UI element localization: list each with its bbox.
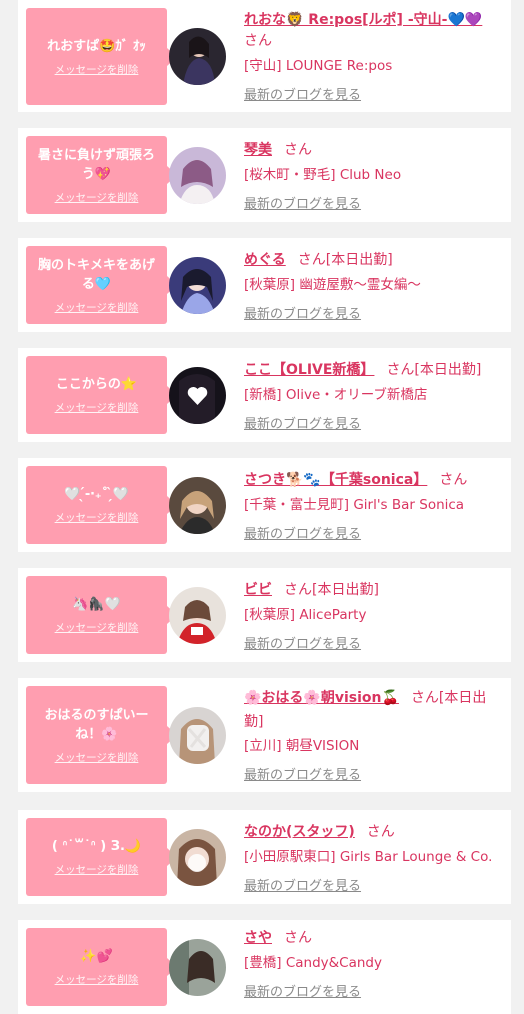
message-bubble: 🤍 ̖́-‧₊˚ ̗̀🤍 メッセージを削除	[26, 466, 177, 544]
list-item: れおすぱ🤩ｶﾞ ｵｯ メッセージを削除 れおな🦁 Re:pos[ルポ] -守山-…	[18, 0, 511, 112]
list-item: 🤍 ̖́-‧₊˚ ̗̀🤍 メッセージを削除 さつき🐕🐾【千葉sonica】 さん …	[18, 458, 511, 552]
user-name-link[interactable]: 🌸おはる🌸朝vision🍒	[244, 690, 399, 706]
delete-message-link[interactable]: メッセージを削除	[55, 862, 139, 877]
message-text: ( ᐢ˙꒳˙ᐢ ) З.🌙	[51, 839, 142, 854]
user-suffix: さん	[284, 930, 312, 946]
latest-blog-link[interactable]: 最新のブログを見る	[244, 764, 361, 783]
delete-message-link[interactable]: メッセージを削除	[55, 190, 139, 205]
delete-message-link[interactable]: メッセージを削除	[55, 400, 139, 415]
message-text: 胸のトキメキをあげる🩵	[37, 257, 155, 292]
list-item: 暑さに負けず頑張ろう💖 メッセージを削除 琴美 さん [桜木町・野毛] Club …	[18, 128, 511, 222]
user-name-link[interactable]: めぐる	[244, 252, 286, 268]
list-item: ( ᐢ˙꒳˙ᐢ ) З.🌙 メッセージを削除 なのか(スタッフ) さん [小田原駅…	[18, 810, 511, 904]
shop-name: [千葉・富士見町] Girl's Bar Sonica	[244, 497, 465, 513]
user-suffix: さん	[284, 142, 312, 158]
user-suffix: さん	[244, 33, 272, 49]
user-suffix: さん[本日出勤]	[386, 362, 482, 378]
shop-name: [豊橋] Candy&Candy	[244, 955, 382, 971]
delete-message-link[interactable]: メッセージを削除	[55, 620, 139, 635]
message-text: 🦄🦍🤍	[72, 597, 121, 612]
delete-message-link[interactable]: メッセージを削除	[55, 62, 139, 77]
list-item: 🦄🦍🤍 メッセージを削除 ビビ さん[本日出勤] [秋葉原] AliceParty…	[18, 568, 511, 662]
user-name-link[interactable]: 琴美	[244, 142, 272, 158]
delete-message-link[interactable]: メッセージを削除	[55, 750, 139, 765]
avatar[interactable]	[169, 28, 226, 85]
delete-message-link[interactable]: メッセージを削除	[55, 300, 139, 315]
delete-message-link[interactable]: メッセージを削除	[55, 510, 139, 525]
message-bubble: ここからの⭐ メッセージを削除	[26, 356, 177, 434]
user-name-link[interactable]: さつき🐕🐾【千葉sonica】	[244, 472, 427, 488]
user-name-link[interactable]: さや	[244, 930, 272, 946]
avatar[interactable]	[169, 587, 226, 644]
latest-blog-link[interactable]: 最新のブログを見る	[244, 633, 361, 652]
shop-name: [秋葉原] 幽遊屋敷～霊女編～	[244, 277, 421, 293]
message-bubble: ✨💕 メッセージを削除	[26, 928, 177, 1006]
user-suffix: さん	[439, 472, 468, 488]
list-item: ここからの⭐ メッセージを削除 ここ【OLIVE新橋】 さん[本日出勤] [新橋]…	[18, 348, 511, 442]
message-bubble: 胸のトキメキをあげる🩵 メッセージを削除	[26, 246, 177, 324]
avatar[interactable]	[169, 829, 226, 886]
shop-name: [立川] 朝昼VISION	[244, 738, 360, 754]
user-name-link[interactable]: ビビ	[244, 582, 272, 598]
message-bubble: 🦄🦍🤍 メッセージを削除	[26, 576, 177, 654]
shop-name: [新橋] Olive・オリーブ新橋店	[244, 387, 428, 403]
shop-name: [小田原駅東口] Girls Bar Lounge & Co.	[244, 849, 493, 865]
message-text: れおすぱ🤩ｶﾞ ｵｯ	[47, 38, 146, 54]
avatar[interactable]	[169, 257, 226, 314]
latest-blog-link[interactable]: 最新のブログを見る	[244, 875, 361, 894]
message-text: ここからの⭐	[55, 377, 138, 392]
user-name-link[interactable]: なのか(スタッフ)	[244, 824, 355, 840]
list-item: おはるのすぱいーね！🌸 メッセージを削除 🌸おはる🌸朝vision🍒 さん[本日出…	[18, 678, 511, 792]
message-bubble: れおすぱ🤩ｶﾞ ｵｯ メッセージを削除	[26, 8, 177, 105]
message-bubble: おはるのすぱいーね！🌸 メッセージを削除	[26, 686, 177, 784]
avatar[interactable]	[169, 707, 226, 764]
user-suffix: さん[本日出勤]	[297, 252, 393, 268]
latest-blog-link[interactable]: 最新のブログを見る	[244, 981, 361, 1000]
user-name-link[interactable]: ここ【OLIVE新橋】	[244, 362, 374, 378]
message-text: おはるのすぱいーね！🌸	[44, 707, 149, 742]
avatar[interactable]	[169, 477, 226, 534]
latest-blog-link[interactable]: 最新のブログを見る	[244, 303, 361, 322]
latest-blog-link[interactable]: 最新のブログを見る	[244, 193, 361, 212]
latest-blog-link[interactable]: 最新のブログを見る	[244, 523, 361, 542]
shop-name: [桜木町・野毛] Club Neo	[244, 167, 402, 183]
user-name-link[interactable]: れおな🦁 Re:pos[ルポ] -守山-💙💜	[244, 12, 482, 28]
delete-message-link[interactable]: メッセージを削除	[55, 972, 139, 987]
shop-name: [守山] LOUNGE Re:pos	[244, 58, 393, 74]
avatar[interactable]	[169, 147, 226, 204]
avatar[interactable]	[169, 367, 226, 424]
user-suffix: さん[本日出勤]	[284, 582, 379, 598]
user-suffix: さん	[366, 824, 395, 840]
message-bubble: 暑さに負けず頑張ろう💖 メッセージを削除	[26, 136, 177, 214]
message-bubble: ( ᐢ˙꒳˙ᐢ ) З.🌙 メッセージを削除	[26, 818, 177, 896]
message-text: 暑さに負けず頑張ろう💖	[37, 147, 155, 182]
message-list: れおすぱ🤩ｶﾞ ｵｯ メッセージを削除 れおな🦁 Re:pos[ルポ] -守山-…	[0, 0, 524, 1014]
message-text: ✨💕	[80, 949, 113, 964]
list-item: 胸のトキメキをあげる🩵 メッセージを削除 めぐる さん[本日出勤] [秋葉原] 幽…	[18, 238, 511, 332]
message-text: 🤍 ̖́-‧₊˚ ̗̀🤍	[64, 487, 129, 502]
latest-blog-link[interactable]: 最新のブログを見る	[244, 84, 361, 103]
latest-blog-link[interactable]: 最新のブログを見る	[244, 413, 361, 432]
avatar[interactable]	[169, 939, 226, 996]
shop-name: [秋葉原] AliceParty	[244, 607, 367, 623]
